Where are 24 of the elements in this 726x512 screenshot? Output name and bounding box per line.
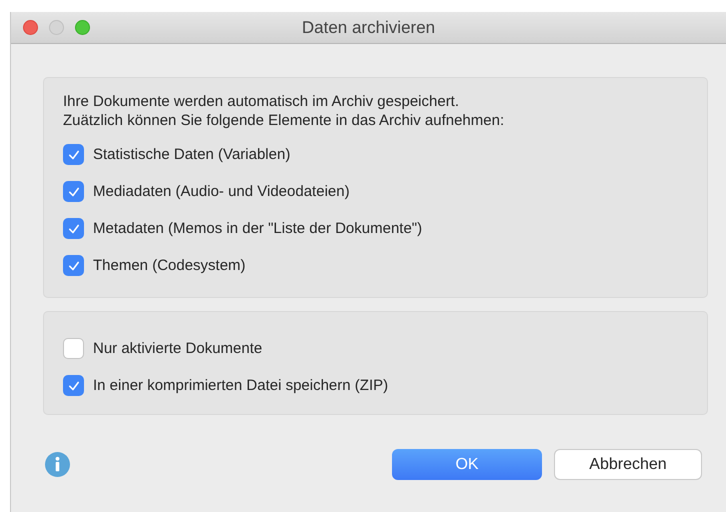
checkbox-label: In einer komprimierten Datei speichern (ZIP) bbox=[93, 377, 388, 394]
checkbox-label: Statistische Daten (Variablen) bbox=[93, 146, 290, 163]
checkbox[interactable] bbox=[63, 255, 84, 276]
zoom-button[interactable] bbox=[75, 20, 90, 35]
checkbox-label: Mediadaten (Audio- und Videodateien) bbox=[93, 183, 350, 200]
info-icon[interactable] bbox=[45, 452, 70, 477]
intro-text: Zuätzlich können Sie folgende Elemente in das Archiv aufnehmen: bbox=[63, 111, 506, 130]
checkmark-icon bbox=[66, 148, 80, 162]
checkbox[interactable] bbox=[63, 144, 84, 165]
checkbox-label: Themen (Codesystem) bbox=[93, 257, 246, 274]
window-title: Daten archivieren bbox=[302, 18, 436, 38]
checkmark-icon bbox=[66, 378, 80, 392]
checkbox[interactable] bbox=[63, 338, 84, 359]
checkmark-icon bbox=[66, 258, 80, 272]
checkbox[interactable] bbox=[63, 181, 84, 202]
checkmark-icon bbox=[66, 222, 80, 236]
checkbox-label: Metadaten (Memos in der "Liste der Dokumente") bbox=[93, 220, 422, 237]
intro-text: Ihre Dokumente werden automatisch im Archiv gespeichert. bbox=[63, 92, 460, 111]
checkbox[interactable] bbox=[63, 375, 84, 396]
close-button[interactable] bbox=[23, 20, 38, 35]
checkmark-icon bbox=[66, 184, 80, 198]
checkbox[interactable] bbox=[63, 218, 84, 239]
checkbox-label: Nur aktivierte Dokumente bbox=[93, 340, 262, 357]
dialog-button[interactable]: Abbrechen bbox=[554, 449, 702, 480]
